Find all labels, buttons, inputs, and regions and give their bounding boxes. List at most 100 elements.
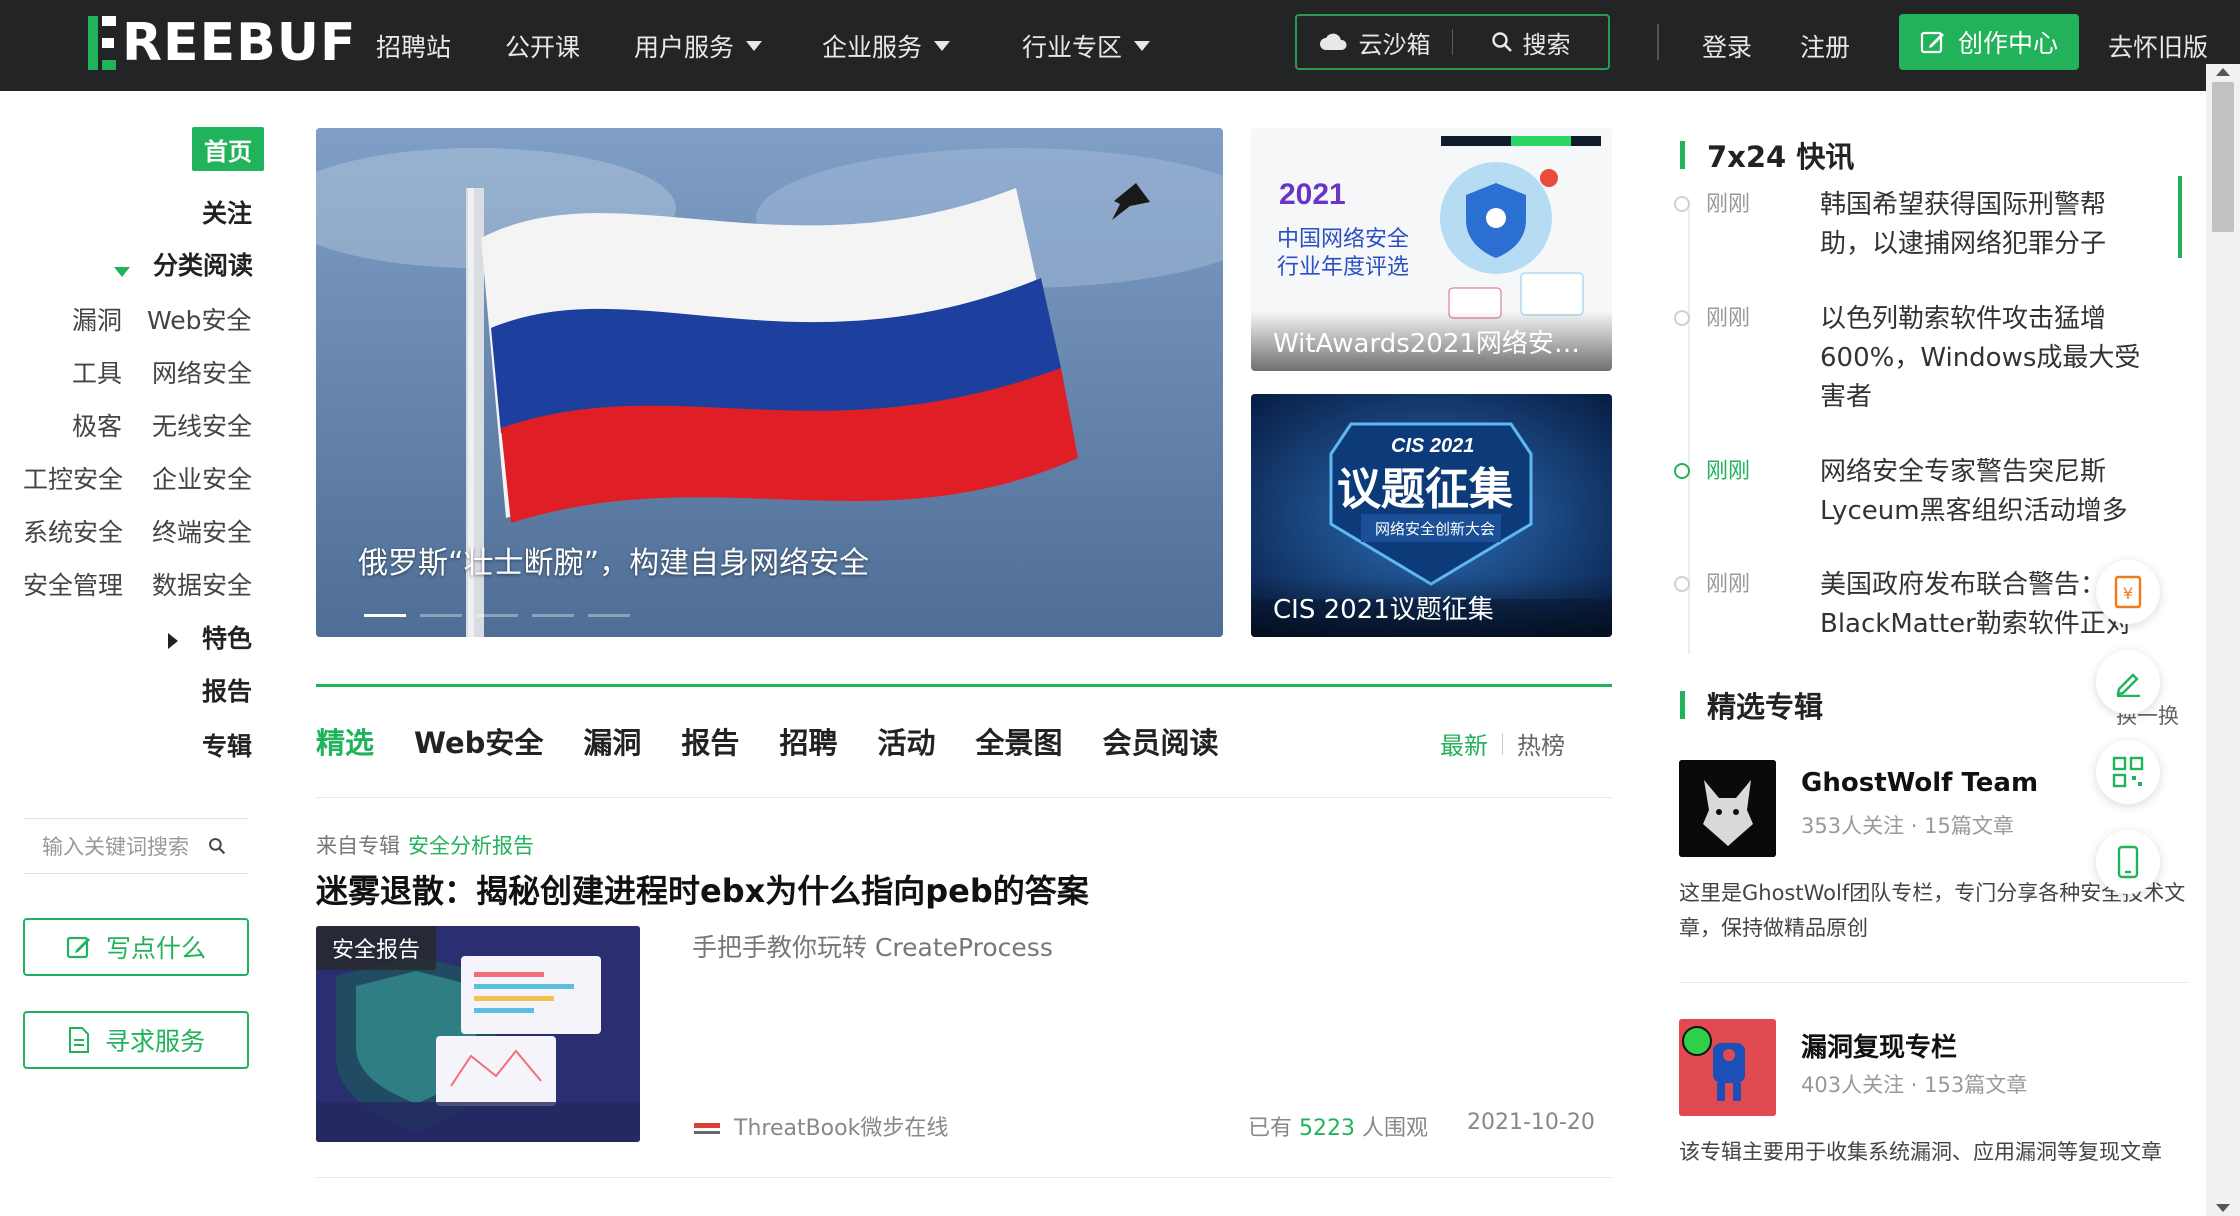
sidebar-item-follow[interactable]: 关注 <box>202 194 252 230</box>
coupon-button[interactable]: ¥ <box>2096 560 2160 624</box>
old-version-link[interactable]: 去怀旧版 <box>2108 0 2208 91</box>
sidebar-subitem[interactable]: 极客 <box>72 407 122 443</box>
sidebar-subitem[interactable]: 安全管理 <box>23 566 123 602</box>
sort-latest[interactable]: 最新 <box>1440 726 1488 761</box>
article-thumbnail[interactable]: 安全报告 <box>316 926 640 1142</box>
carousel-dot[interactable] <box>420 614 462 617</box>
carousel-dot[interactable] <box>476 614 518 617</box>
sidebar-item-home[interactable]: 首页 <box>192 127 264 171</box>
coupon-icon: ¥ <box>2114 575 2142 609</box>
write-button[interactable]: 写点什么 <box>23 918 249 976</box>
edit-icon <box>2116 673 2140 697</box>
feedback-edit-button[interactable] <box>2096 650 2160 714</box>
column-description: 该专辑主要用于收集系统漏洞、应用漏洞等复现文章 <box>1679 1140 2162 1164</box>
news-text[interactable]: 韩国希望获得国际刑警帮助，以逮捕网络犯罪分子 <box>1820 186 2150 264</box>
sidebar-item-featured[interactable]: 特色 <box>202 619 252 655</box>
sidebar-subitem[interactable]: 工具 <box>72 354 122 390</box>
hero-carousel[interactable]: 俄罗斯“壮士断腕”，构建自身网络安全 <box>316 128 1223 637</box>
column-name[interactable]: 漏洞复现专栏 <box>1801 1027 1957 1064</box>
hero-caption[interactable]: 俄罗斯“壮士断腕”，构建自身网络安全 <box>358 538 869 582</box>
tab-vulnerability[interactable]: 漏洞 <box>583 720 641 762</box>
article-title[interactable]: 迷雾退散：揭秘创建进程时ebx为什么指向peb的答案 <box>316 866 1089 912</box>
author-name[interactable]: ThreatBook微步在线 <box>734 1116 948 1141</box>
chevron-down-icon[interactable] <box>746 40 763 51</box>
login-label[interactable]: 登录 <box>1702 28 1752 64</box>
nav-label[interactable]: 用户服务 <box>634 28 734 64</box>
search-icon[interactable] <box>208 837 226 855</box>
side-card-caption[interactable]: WitAwards2021网络安全行业年度评选 <box>1251 311 1612 371</box>
seek-service-button[interactable]: 寻求服务 <box>23 1011 249 1069</box>
chevron-right-icon[interactable] <box>168 626 178 655</box>
nav-item-courses[interactable]: 公开课 <box>505 0 580 91</box>
tab-jobs[interactable]: 招聘 <box>779 720 837 762</box>
sort-hot[interactable]: 热榜 <box>1517 726 1565 761</box>
tab-report[interactable]: 报告 <box>681 720 739 762</box>
from-label: 来自专辑 <box>316 834 400 858</box>
sidebar-item-column[interactable]: 专辑 <box>202 727 252 763</box>
scroll-thumb[interactable] <box>2212 82 2234 232</box>
tab-featured[interactable]: 精选 <box>316 720 374 762</box>
side-card-witawards[interactable]: 2021 中国网络安全 行业年度评选 WitAwards2021网络安全行业年度… <box>1251 128 1612 371</box>
article-source: 来自专辑 安全分析报告 <box>316 830 534 860</box>
scroll-down-arrow[interactable] <box>2216 1204 2230 1212</box>
article-author[interactable]: ThreatBook微步在线 <box>692 1110 948 1142</box>
side-card-caption[interactable]: CIS 2021议题征集 <box>1251 577 1612 637</box>
old-version-label[interactable]: 去怀旧版 <box>2108 28 2208 64</box>
vuln-column-avatar[interactable] <box>1679 1019 1776 1116</box>
carousel-dot[interactable] <box>364 614 406 617</box>
tab-panorama[interactable]: 全景图 <box>975 720 1062 762</box>
chevron-down-icon[interactable] <box>1134 40 1151 51</box>
tab-member[interactable]: 会员阅读 <box>1102 720 1218 762</box>
nav-item-jobs[interactable]: 招聘站 <box>376 0 451 91</box>
sidebar-subitem[interactable]: 工控安全 <box>23 460 123 496</box>
sidebar-item-report[interactable]: 报告 <box>202 672 252 708</box>
cloud-sandbox-button[interactable]: 云沙箱 <box>1297 16 1452 68</box>
chevron-down-icon[interactable] <box>934 40 951 51</box>
register-label[interactable]: 注册 <box>1800 28 1850 64</box>
sidebar-subitem[interactable]: Web安全 <box>147 301 252 337</box>
news-time: 刚刚 <box>1706 572 1751 597</box>
article-summary: 手把手教你玩转 CreateProcess <box>692 933 1053 962</box>
nav-item-industry[interactable]: 行业专区 <box>1022 0 1151 91</box>
sidebar-subitem[interactable]: 网络安全 <box>152 354 252 390</box>
column-stats: 353人关注 · 15篇文章 <box>1801 814 2014 838</box>
scroll-up-arrow[interactable] <box>2216 68 2230 76</box>
chevron-down-icon[interactable] <box>114 254 130 283</box>
article-column-link[interactable]: 安全分析报告 <box>408 834 534 858</box>
tab-events[interactable]: 活动 <box>877 720 935 762</box>
mobile-button[interactable] <box>2096 830 2160 894</box>
nav-label[interactable]: 公开课 <box>505 28 580 64</box>
carousel-dot[interactable] <box>588 614 630 617</box>
sidebar-subitem[interactable]: 无线安全 <box>152 407 252 443</box>
nav-item-enterprise-services[interactable]: 企业服务 <box>822 0 951 91</box>
sidebar-subitem[interactable]: 数据安全 <box>152 566 252 602</box>
nav-label[interactable]: 企业服务 <box>822 28 922 64</box>
column-name[interactable]: GhostWolf Team <box>1801 768 2038 798</box>
freebuf-logo[interactable]: REEBUF <box>88 15 356 71</box>
column-card[interactable]: 漏洞复现专栏 403人关注 · 153篇文章 该专辑主要用于收集系统漏洞、应用漏… <box>1679 1019 2189 1179</box>
sidebar-item-category[interactable]: 分类阅读 <box>153 246 253 282</box>
login-link[interactable]: 登录 <box>1702 0 1752 91</box>
nav-item-user-services[interactable]: 用户服务 <box>634 0 763 91</box>
register-link[interactable]: 注册 <box>1800 0 1850 91</box>
sidebar-subitem[interactable]: 系统安全 <box>23 513 123 549</box>
sidebar-subitem[interactable]: 终端安全 <box>152 513 252 549</box>
side-card-cis2021[interactable]: CIS 2021 议题征集 网络安全创新大会 CIS 2021议题征集 <box>1251 394 1612 637</box>
search-icon <box>1491 32 1512 52</box>
search-button[interactable]: 搜索 <box>1453 16 1608 68</box>
write-label: 写点什么 <box>105 934 206 963</box>
edit-icon <box>66 936 90 959</box>
sidebar-search-input[interactable]: 输入关键词搜索 <box>24 818 248 874</box>
nav-label[interactable]: 行业专区 <box>1022 28 1122 64</box>
news-text[interactable]: 网络安全专家警告突尼斯Lyceum黑客组织活动增多 <box>1820 453 2150 531</box>
nav-label[interactable]: 招聘站 <box>376 28 451 64</box>
sidebar-subitem[interactable]: 漏洞 <box>72 301 122 337</box>
page-scrollbar[interactable] <box>2206 64 2240 1216</box>
news-text[interactable]: 以色列勒索软件攻击猛增600%，Windows成最大受害者 <box>1820 300 2150 417</box>
create-center-button[interactable]: 创作中心 <box>1899 14 2079 70</box>
qrcode-button[interactable] <box>2096 740 2160 804</box>
tab-web-security[interactable]: Web安全 <box>414 720 543 762</box>
carousel-dot[interactable] <box>532 614 574 617</box>
ghostwolf-avatar[interactable] <box>1679 760 1776 857</box>
sidebar-subitem[interactable]: 企业安全 <box>152 460 252 496</box>
